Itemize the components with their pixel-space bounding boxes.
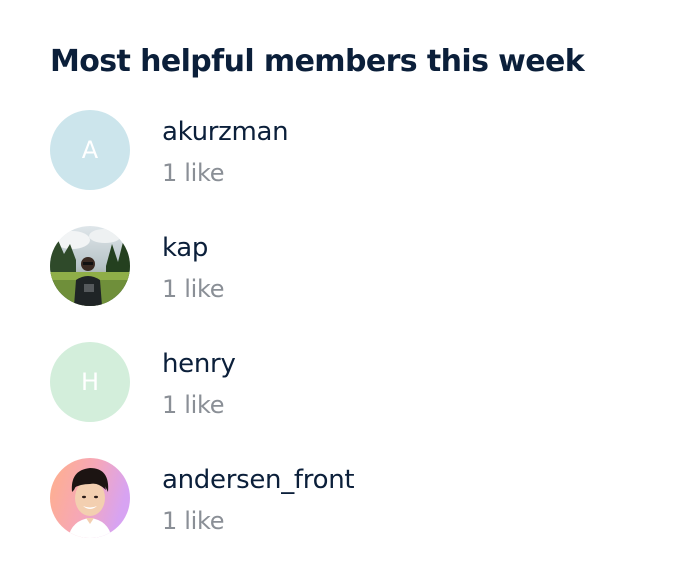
member-likes: 1 like — [162, 275, 225, 303]
members-list: A akurzman 1 like kap 1 like H henry 1 l… — [50, 110, 650, 538]
member-name[interactable]: kap — [162, 230, 224, 266]
member-likes: 1 like — [162, 507, 225, 535]
helpful-members-widget: Most helpful members this week A akurzma… — [50, 38, 650, 574]
widget-title: Most helpful members this week — [50, 44, 585, 79]
member-name[interactable]: andersen_front — [162, 462, 355, 498]
member-name[interactable]: akurzman — [162, 114, 289, 150]
avatar[interactable]: A — [50, 110, 130, 190]
member-likes: 1 like — [162, 391, 225, 419]
member-info: akurzman 1 like — [162, 110, 289, 190]
member-name[interactable]: henry — [162, 346, 236, 382]
list-item[interactable]: H henry 1 like — [50, 342, 650, 422]
outdoor-portrait-photo-icon — [50, 226, 130, 306]
list-item[interactable]: andersen_front 1 like — [50, 458, 650, 538]
list-item[interactable]: kap 1 like — [50, 226, 650, 306]
avatar[interactable]: H — [50, 342, 130, 422]
member-info: kap 1 like — [162, 226, 225, 306]
avatar-letter: A — [81, 136, 99, 164]
member-info: andersen_front 1 like — [162, 458, 355, 538]
avatar[interactable] — [50, 226, 130, 306]
member-likes: 1 like — [162, 159, 225, 187]
member-info: henry 1 like — [162, 342, 236, 422]
portrait-photo-gradient-icon — [50, 458, 130, 538]
avatar[interactable] — [50, 458, 130, 538]
list-item[interactable]: A akurzman 1 like — [50, 110, 650, 190]
avatar-letter: H — [80, 368, 100, 396]
